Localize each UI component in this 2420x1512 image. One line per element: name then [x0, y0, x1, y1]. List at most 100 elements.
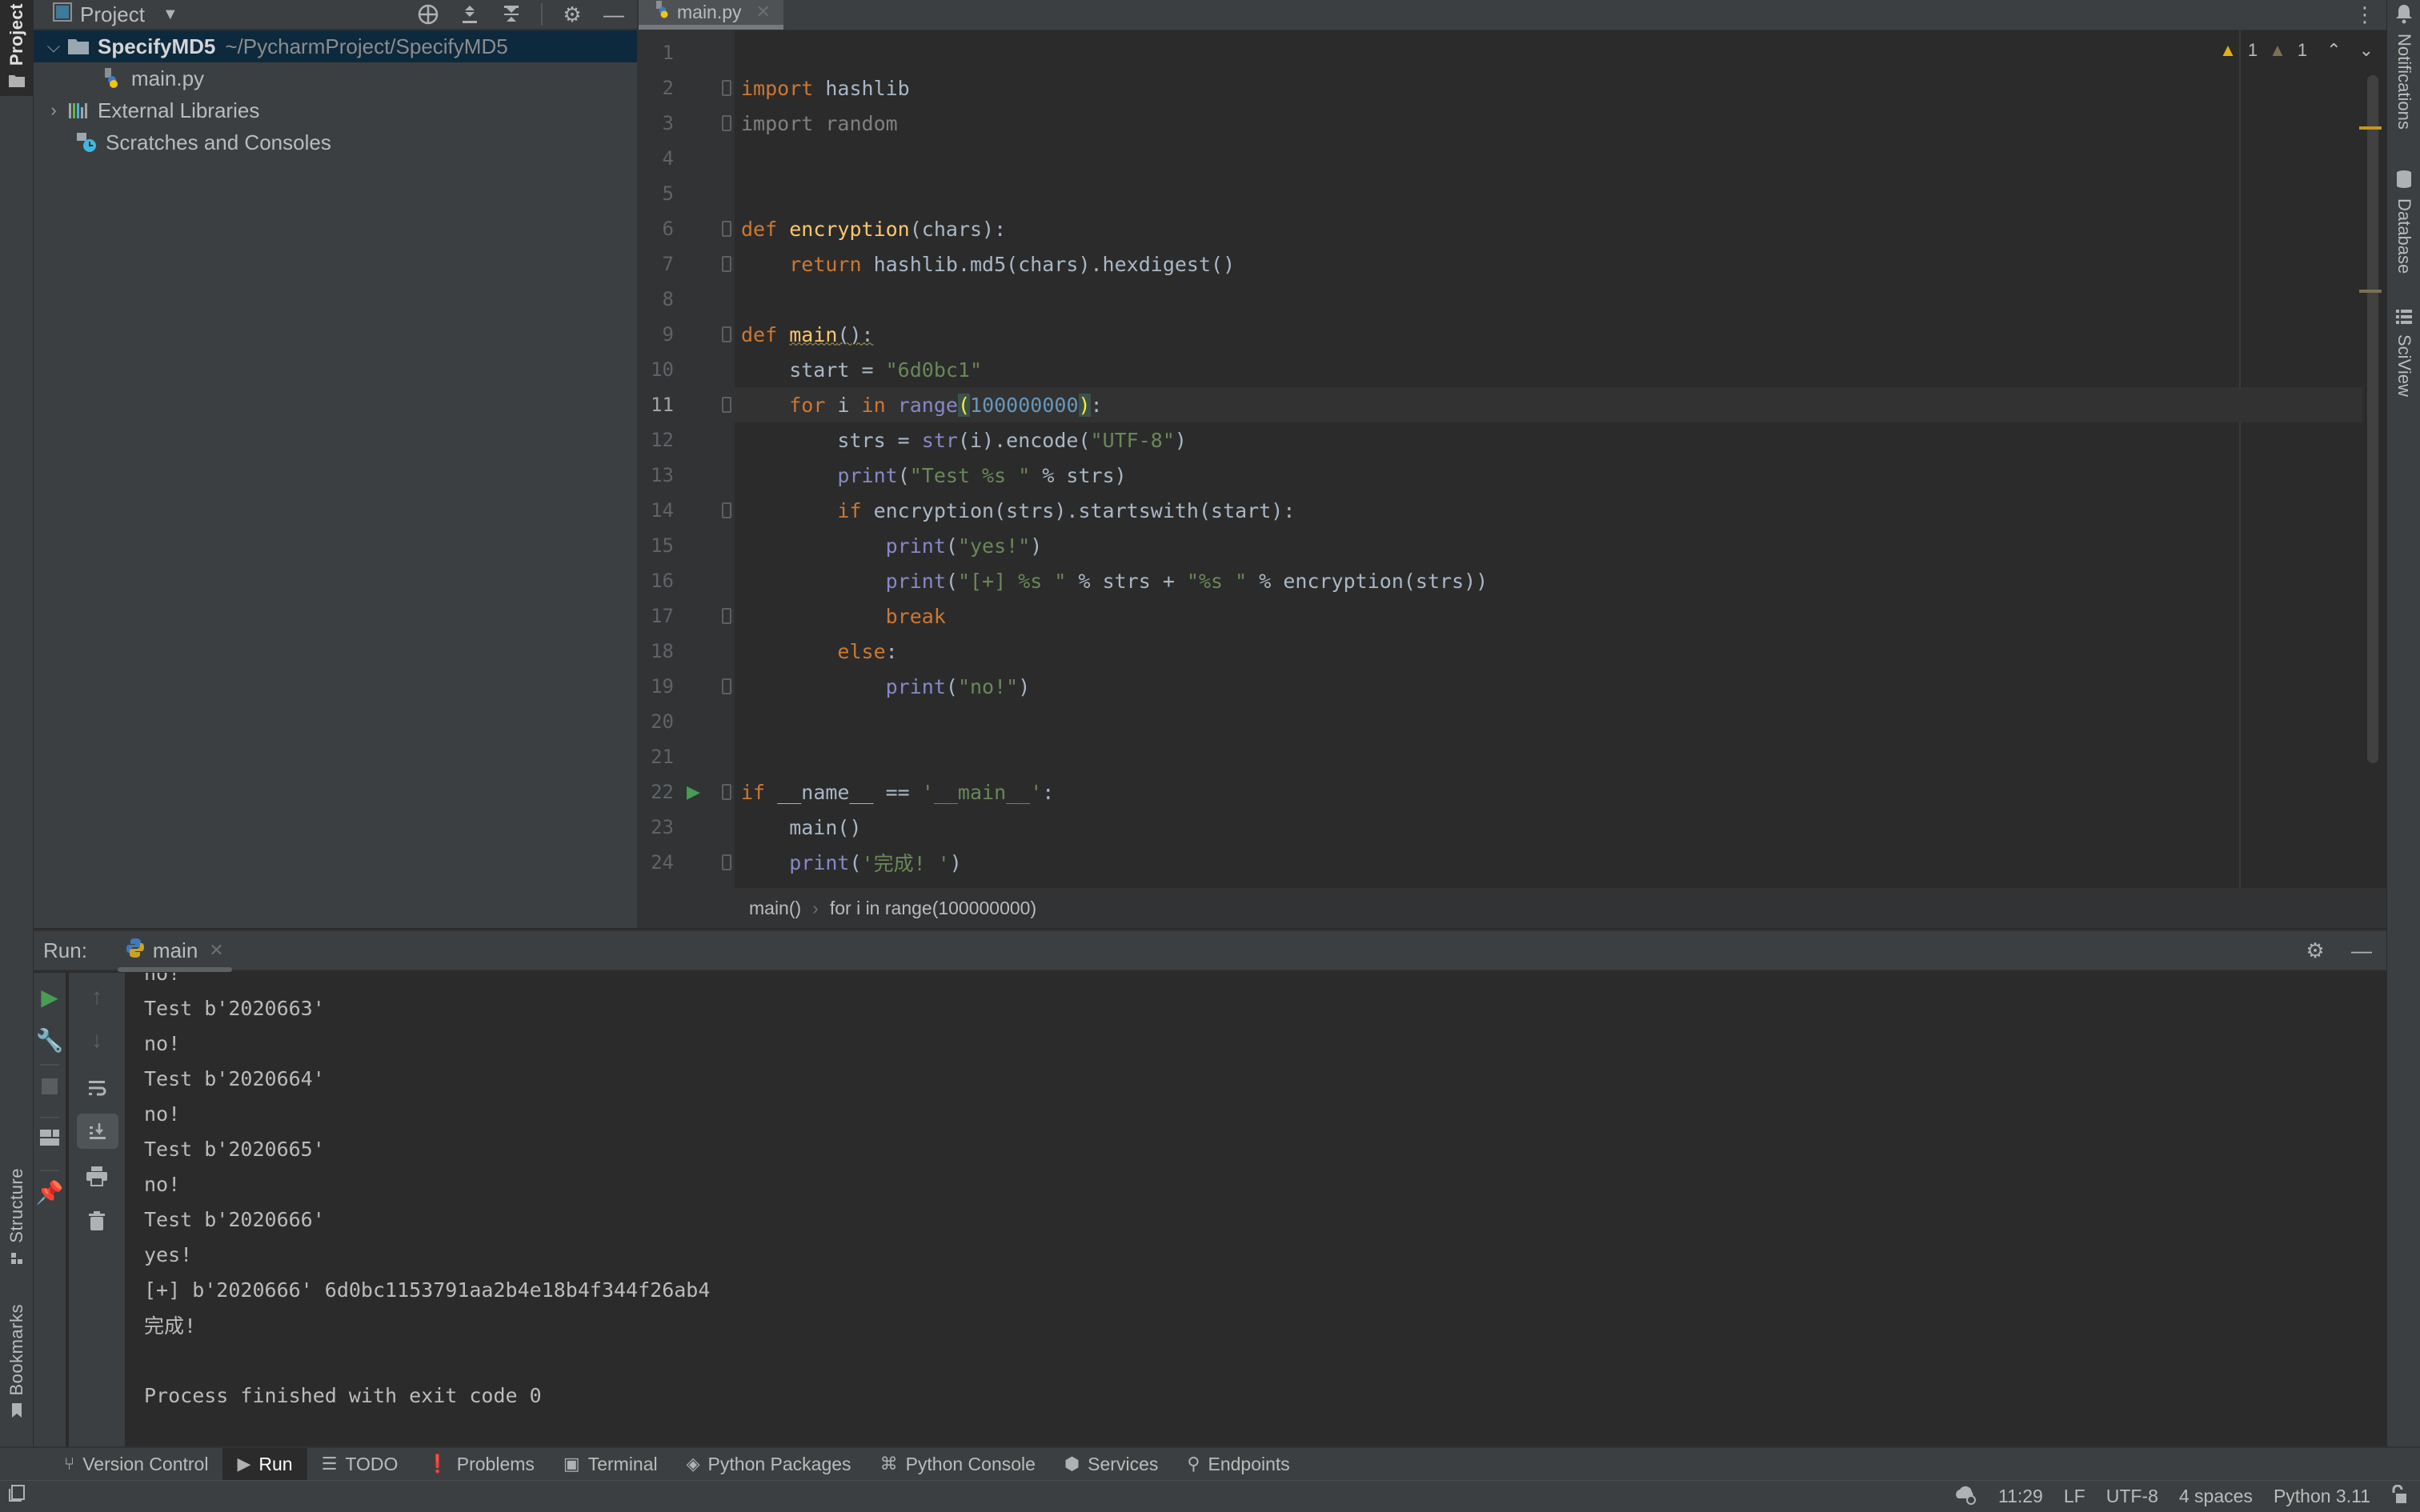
hide-panel-icon[interactable]: — — [2350, 938, 2374, 962]
gutter-line[interactable]: 13 — [639, 458, 735, 493]
gutter-line[interactable]: 17 — [639, 598, 735, 634]
gutter-line[interactable]: 9 — [639, 317, 735, 352]
fold-marker-icon[interactable] — [722, 115, 731, 131]
code-line[interactable]: print("no!") — [741, 669, 2266, 704]
python-interpreter[interactable]: Python 3.11 — [2274, 1486, 2370, 1507]
gutter-line[interactable]: 4 — [639, 141, 735, 176]
tree-item-main-py[interactable]: main.py — [34, 62, 637, 94]
run-tab-main[interactable]: main ✕ — [117, 930, 232, 972]
code-area[interactable]: 1 2 3 4 5 6 7 8 9 10 11 12 13 14 15 16 17 18 19 20 21 22 ▶ 23 24… — [639, 30, 2386, 888]
gutter-line[interactable]: 15 — [639, 528, 735, 563]
gutter-line[interactable]: 7 — [639, 246, 735, 282]
code-line[interactable] — [741, 282, 2266, 317]
gutter-line[interactable]: 23 — [639, 810, 735, 845]
next-highlight-icon[interactable]: ⌄ — [2359, 40, 2374, 61]
bottom-tab-version-control[interactable]: ⑂ Version Control — [50, 1448, 222, 1480]
code-line[interactable]: import hashlib — [741, 70, 2266, 106]
code-line[interactable]: print("Test %s " % strs) — [741, 458, 2266, 493]
rerun-icon[interactable]: ▶ — [34, 981, 66, 1013]
fold-marker-icon[interactable] — [722, 608, 731, 624]
hide-panel-icon[interactable]: — — [602, 2, 626, 26]
weak-warning-stripe-marker[interactable] — [2359, 290, 2382, 293]
trash-icon[interactable] — [69, 1205, 125, 1237]
code-line[interactable]: def encryption (chars): — [741, 211, 2266, 246]
bottom-tab-services[interactable]: ⬢ Services — [1050, 1448, 1172, 1480]
chevron-down-icon[interactable]: ⌵ — [42, 36, 66, 57]
code-line[interactable]: for i in range(100000000): — [735, 387, 2362, 422]
gutter-line[interactable]: 20 — [639, 704, 735, 739]
bottom-tab-run[interactable]: ▶ Run — [222, 1448, 307, 1480]
fold-marker-icon[interactable] — [722, 80, 731, 96]
fold-marker-icon[interactable] — [722, 678, 731, 694]
gutter-line[interactable]: 11 — [639, 387, 735, 422]
breadcrumb-item[interactable]: for i in range(100000000) — [830, 898, 1036, 919]
code-line[interactable] — [741, 141, 2266, 176]
code-line[interactable] — [741, 880, 2266, 888]
gear-icon[interactable]: ⚙ — [560, 2, 584, 26]
code-line[interactable]: print('完成! ') — [741, 845, 2266, 880]
code-line[interactable]: strs = str (i).encode("UTF-8") — [741, 422, 2266, 458]
fold-marker-icon[interactable] — [722, 256, 731, 272]
gutter-line[interactable]: 16 — [639, 563, 735, 598]
tree-item-project-root[interactable]: ⌵ SpecifyMD5 ~/PycharmProject/SpecifyMD5 — [34, 30, 637, 62]
code-line[interactable] — [741, 176, 2266, 211]
file-encoding[interactable]: UTF-8 — [2106, 1486, 2158, 1507]
editor-scrollbar[interactable] — [2367, 75, 2378, 763]
code-line[interactable]: if encryption(strs).startswith(start): — [741, 493, 2266, 528]
fold-marker-icon[interactable] — [722, 854, 731, 870]
tool-tab-notifications[interactable]: Notifications — [2387, 3, 2420, 130]
gutter-line[interactable]: 10 — [639, 352, 735, 387]
toggle-tool-windows-icon[interactable] — [8, 1485, 26, 1508]
collapse-all-icon[interactable] — [499, 2, 523, 26]
line-separator[interactable]: LF — [2064, 1486, 2085, 1507]
inspections-widget[interactable]: ▲ 1 ▲ 1 ⌃ ⌄ — [2219, 40, 2374, 61]
caret-position[interactable]: 11:29 — [1998, 1486, 2043, 1507]
fold-marker-icon[interactable] — [722, 326, 731, 342]
expand-all-icon[interactable] — [458, 2, 482, 26]
arrow-down-icon[interactable]: ↓ — [69, 1024, 125, 1056]
code-line[interactable]: main() — [741, 810, 2266, 845]
tool-tab-sciview[interactable]: SciView — [2387, 309, 2420, 397]
bottom-tab-problems[interactable]: ❗ Problems — [412, 1448, 549, 1480]
bottom-tab-todo[interactable]: ☰ TODO — [307, 1448, 413, 1480]
gutter-line[interactable]: 1 — [639, 35, 735, 70]
fold-marker-icon[interactable] — [722, 502, 731, 518]
bottom-tab-python-console[interactable]: ⌘ Python Console — [866, 1448, 1050, 1480]
tool-tab-project[interactable]: Project — [0, 0, 34, 96]
indent-setting[interactable]: 4 spaces — [2179, 1486, 2253, 1507]
gutter-line[interactable]: 12 — [639, 422, 735, 458]
code-line[interactable] — [741, 739, 2266, 774]
wrench-icon[interactable]: 🔧 — [34, 1024, 66, 1056]
gutter-line[interactable]: 21 — [639, 739, 735, 774]
project-view-dropdown-icon[interactable]: ▼ — [162, 6, 178, 24]
tree-item-scratches[interactable]: Scratches and Consoles — [34, 126, 637, 158]
gutter-line[interactable]: 6 — [639, 211, 735, 246]
bottom-tab-terminal[interactable]: ▣ Terminal — [549, 1448, 672, 1480]
fold-marker-icon[interactable] — [722, 784, 731, 800]
print-icon[interactable] — [69, 1160, 125, 1192]
gutter-line[interactable]: 24 — [639, 845, 735, 880]
chevron-right-icon[interactable]: › — [42, 100, 66, 121]
bottom-tab-python-packages[interactable]: ◈ Python Packages — [672, 1448, 866, 1480]
run-gutter-icon[interactable]: ▶ — [687, 782, 700, 802]
tree-item-external-libraries[interactable]: › External Libraries — [34, 94, 637, 126]
gutter-line[interactable]: 14 — [639, 493, 735, 528]
gutter-line[interactable]: 22 ▶ — [639, 774, 735, 810]
console-output[interactable]: no! Test b'2020663' no! Test b'2020664' no! T… — [144, 973, 2386, 1446]
gutter-line[interactable]: 5 — [639, 176, 735, 211]
close-tab-icon[interactable]: ✕ — [209, 940, 223, 961]
code-line[interactable]: else: — [741, 634, 2266, 669]
gutter-line[interactable]: 18 — [639, 634, 735, 669]
soft-wrap-icon[interactable] — [69, 1072, 125, 1104]
locate-file-icon[interactable] — [416, 2, 440, 26]
layout-icon[interactable] — [34, 1122, 66, 1154]
code-line[interactable]: print("yes!") — [741, 528, 2266, 563]
close-tab-icon[interactable]: ✕ — [756, 2, 771, 22]
previous-highlight-icon[interactable]: ⌃ — [2326, 40, 2341, 61]
bottom-tab-endpoints[interactable]: ⚲ Endpoints — [1172, 1448, 1304, 1480]
code-line[interactable]: if __name__ == '__main__': — [741, 774, 2266, 810]
code-line[interactable]: def main (): — [741, 317, 2266, 352]
warning-stripe-marker[interactable] — [2359, 126, 2382, 130]
cloud-status-icon[interactable] — [1953, 1484, 1977, 1510]
gutter-line[interactable]: 2 — [639, 70, 735, 106]
